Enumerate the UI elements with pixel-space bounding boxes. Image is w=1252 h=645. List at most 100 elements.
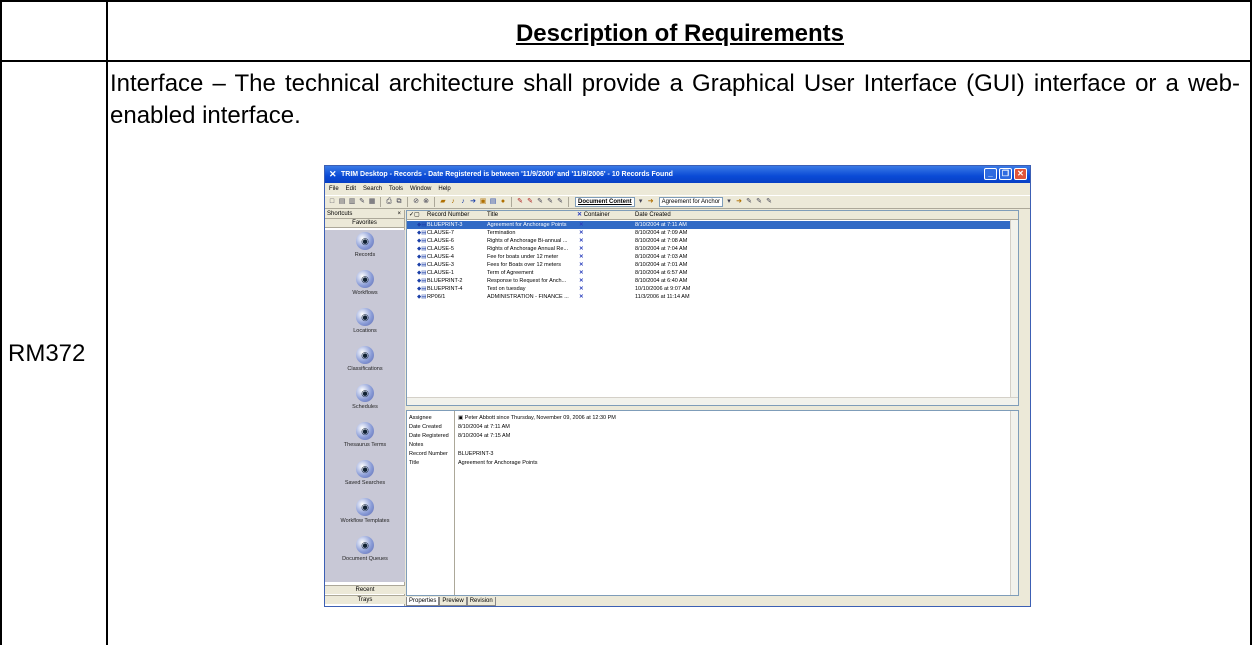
shortcut-saved-searches[interactable]: ◉ Saved Searches: [325, 460, 405, 486]
table-row[interactable]: ◆▤ RP06/1 ADMINISTRATION - FINANCE ... ✕ 11/…: [407, 293, 1018, 301]
property-value: ▣ Peter Abbott since Thursday, November …: [458, 415, 616, 421]
requirement-text: Interface – The technical architecture s…: [110, 70, 1240, 129]
filter-add-icon[interactable]: ✎: [526, 198, 534, 206]
property-label: Record Number: [409, 451, 448, 457]
tab-preview[interactable]: Preview: [439, 597, 467, 606]
find-options-icon[interactable]: ✎: [765, 198, 773, 206]
record-number: BLUEPRINT-3: [427, 222, 463, 228]
record-date-created: 8/10/2004 at 6:40 AM: [635, 278, 688, 284]
menu-window[interactable]: Window: [410, 184, 431, 194]
filter-icon[interactable]: ✎: [516, 198, 524, 206]
shortcut-thesaurus-terms[interactable]: ◉ Thesaurus Terms: [325, 422, 405, 448]
menu-edit[interactable]: Edit: [346, 184, 356, 194]
record-date-created: 10/10/2006 at 9:07 AM: [635, 286, 691, 292]
find-next-icon[interactable]: ✎: [745, 198, 753, 206]
print-icon[interactable]: ⎙: [385, 198, 393, 206]
maximize-icon[interactable]: ❐: [999, 168, 1012, 180]
menu-search[interactable]: Search: [363, 184, 382, 194]
table-row[interactable]: ◆▤ BLUEPRINT-3 Agreement for Anchorage Poi…: [407, 221, 1018, 229]
new-icon[interactable]: □: [328, 198, 336, 206]
check-in-icon[interactable]: ♪: [459, 198, 467, 206]
menu-tools[interactable]: Tools: [389, 184, 403, 194]
check-out-icon[interactable]: ♪: [449, 198, 457, 206]
link-icon[interactable]: ⊗: [422, 198, 430, 206]
table-row[interactable]: ◆▤ BLUEPRINT-4 Test on tuesday ✕ 10/10/2006 …: [407, 285, 1018, 293]
workflows-icon: ◉: [356, 270, 374, 288]
workflow-templates-icon: ◉: [356, 498, 374, 516]
favorites-button[interactable]: Favorites: [325, 219, 404, 228]
record-type-icon: ◆▤: [417, 246, 427, 252]
property-value: 8/10/2004 at 7:15 AM: [458, 433, 511, 439]
column-record-number[interactable]: Record Number: [427, 211, 469, 219]
column-title[interactable]: Title: [487, 211, 498, 219]
record-title: Fee for boats under 12 meter: [487, 254, 559, 260]
edit-icon[interactable]: ✎: [358, 198, 366, 206]
shortcuts-list: ◉ Records ◉ Workflows ◉ Locations ◉ Classificat…: [325, 230, 405, 582]
shortcut-label: Thesaurus Terms: [343, 442, 387, 448]
column-container[interactable]: ✕ Container: [577, 211, 610, 219]
shortcut-schedules[interactable]: ◉ Schedules: [325, 384, 405, 410]
view-icon[interactable]: ▦: [368, 198, 376, 206]
shortcut-locations[interactable]: ◉ Locations: [325, 308, 405, 334]
filter-options-icon[interactable]: ✎: [556, 198, 564, 206]
search-dropdown-arrow-icon[interactable]: ▾: [725, 198, 733, 206]
move-icon[interactable]: ➔: [469, 198, 477, 206]
folder-icon[interactable]: ▰: [439, 198, 447, 206]
search-run-icon[interactable]: ➜: [735, 198, 743, 206]
trays-button[interactable]: Trays: [325, 595, 405, 604]
attach-icon[interactable]: ⊘: [412, 198, 420, 206]
shortcut-workflow-templates[interactable]: ◉ Workflow Templates: [325, 498, 405, 524]
shortcut-label: Saved Searches: [344, 480, 386, 486]
minimize-icon[interactable]: _: [984, 168, 997, 180]
checkbox-column-icon[interactable]: ✓▢: [409, 211, 420, 219]
record-title: Term of Agreement: [487, 270, 534, 276]
container-icon: ✕: [579, 286, 584, 292]
record-type-icon: ◆▤: [417, 262, 427, 268]
table-row[interactable]: ◆▤ CLAUSE-4 Fee for boats under 12 meter ✕ 8…: [407, 253, 1018, 261]
tray-icon[interactable]: ●: [499, 198, 507, 206]
copy-icon[interactable]: ⧉: [395, 198, 403, 206]
table-row[interactable]: ◆▤ CLAUSE-5 Rights of Anchorage Annual Re.…: [407, 245, 1018, 253]
filter-remove-icon[interactable]: ✎: [536, 198, 544, 206]
container-icon: ✕: [579, 246, 584, 252]
menu-file[interactable]: File: [329, 184, 339, 194]
user-icon: ▣: [458, 415, 465, 421]
record-number: CLAUSE-6: [427, 238, 454, 244]
shortcut-records[interactable]: ◉ Records: [325, 232, 405, 258]
search-input[interactable]: Agreement for Anchor: [658, 197, 724, 207]
properties-scrollbar[interactable]: [1010, 411, 1018, 595]
record-type-icon: ◆▤: [417, 230, 427, 236]
tab-revision[interactable]: Revision: [466, 597, 496, 606]
properties-icon[interactable]: ▥: [348, 198, 356, 206]
requirement-id: RM372: [8, 340, 86, 367]
list-horizontal-scrollbar[interactable]: [407, 397, 1018, 405]
shortcut-classifications[interactable]: ◉ Classifications: [325, 346, 405, 372]
panel-close-icon[interactable]: ×: [397, 210, 401, 218]
search-go-icon[interactable]: ➜: [647, 198, 655, 206]
table-row[interactable]: ◆▤ CLAUSE-3 Fees for Boats over 12 meters ✕…: [407, 261, 1018, 269]
recent-button[interactable]: Recent: [325, 585, 405, 594]
record-date-created: 8/10/2004 at 7:08 AM: [635, 238, 688, 244]
find-prev-icon[interactable]: ✎: [755, 198, 763, 206]
column-date-created[interactable]: Date Created: [635, 211, 671, 219]
document-content-dropdown[interactable]: Document Content: [575, 197, 635, 207]
table-row[interactable]: ◆▤ CLAUSE-7 Termination ✕ 8/10/2004 at 7:09 …: [407, 229, 1018, 237]
filter-clear-icon[interactable]: ✎: [546, 198, 554, 206]
header-row-divider: [0, 60, 1252, 62]
save-icon[interactable]: ▤: [338, 198, 346, 206]
dropdown-arrow-icon[interactable]: ▾: [637, 198, 645, 206]
property-label: Assignee: [409, 415, 432, 421]
list-vertical-scrollbar[interactable]: [1010, 220, 1018, 397]
container-icon[interactable]: ▣: [479, 198, 487, 206]
record-date-created: 8/10/2004 at 6:57 AM: [635, 270, 688, 276]
table-row[interactable]: ◆▤ CLAUSE-1 Term of Agreement ✕ 8/10/2004 at…: [407, 269, 1018, 277]
table-row[interactable]: ◆▤ BLUEPRINT-2 Response to Request for Anc…: [407, 277, 1018, 285]
table-row[interactable]: ◆▤ CLAUSE-6 Rights of Anchorage Bi-annual …: [407, 237, 1018, 245]
tab-properties[interactable]: Properties: [406, 597, 440, 606]
shortcut-document-queues[interactable]: ◉ Document Queues: [325, 536, 405, 562]
close-icon[interactable]: ✕: [1014, 168, 1027, 180]
record-number: BLUEPRINT-2: [427, 278, 463, 284]
shortcut-workflows[interactable]: ◉ Workflows: [325, 270, 405, 296]
menu-help[interactable]: Help: [438, 184, 450, 194]
document-icon[interactable]: ▤: [489, 198, 497, 206]
